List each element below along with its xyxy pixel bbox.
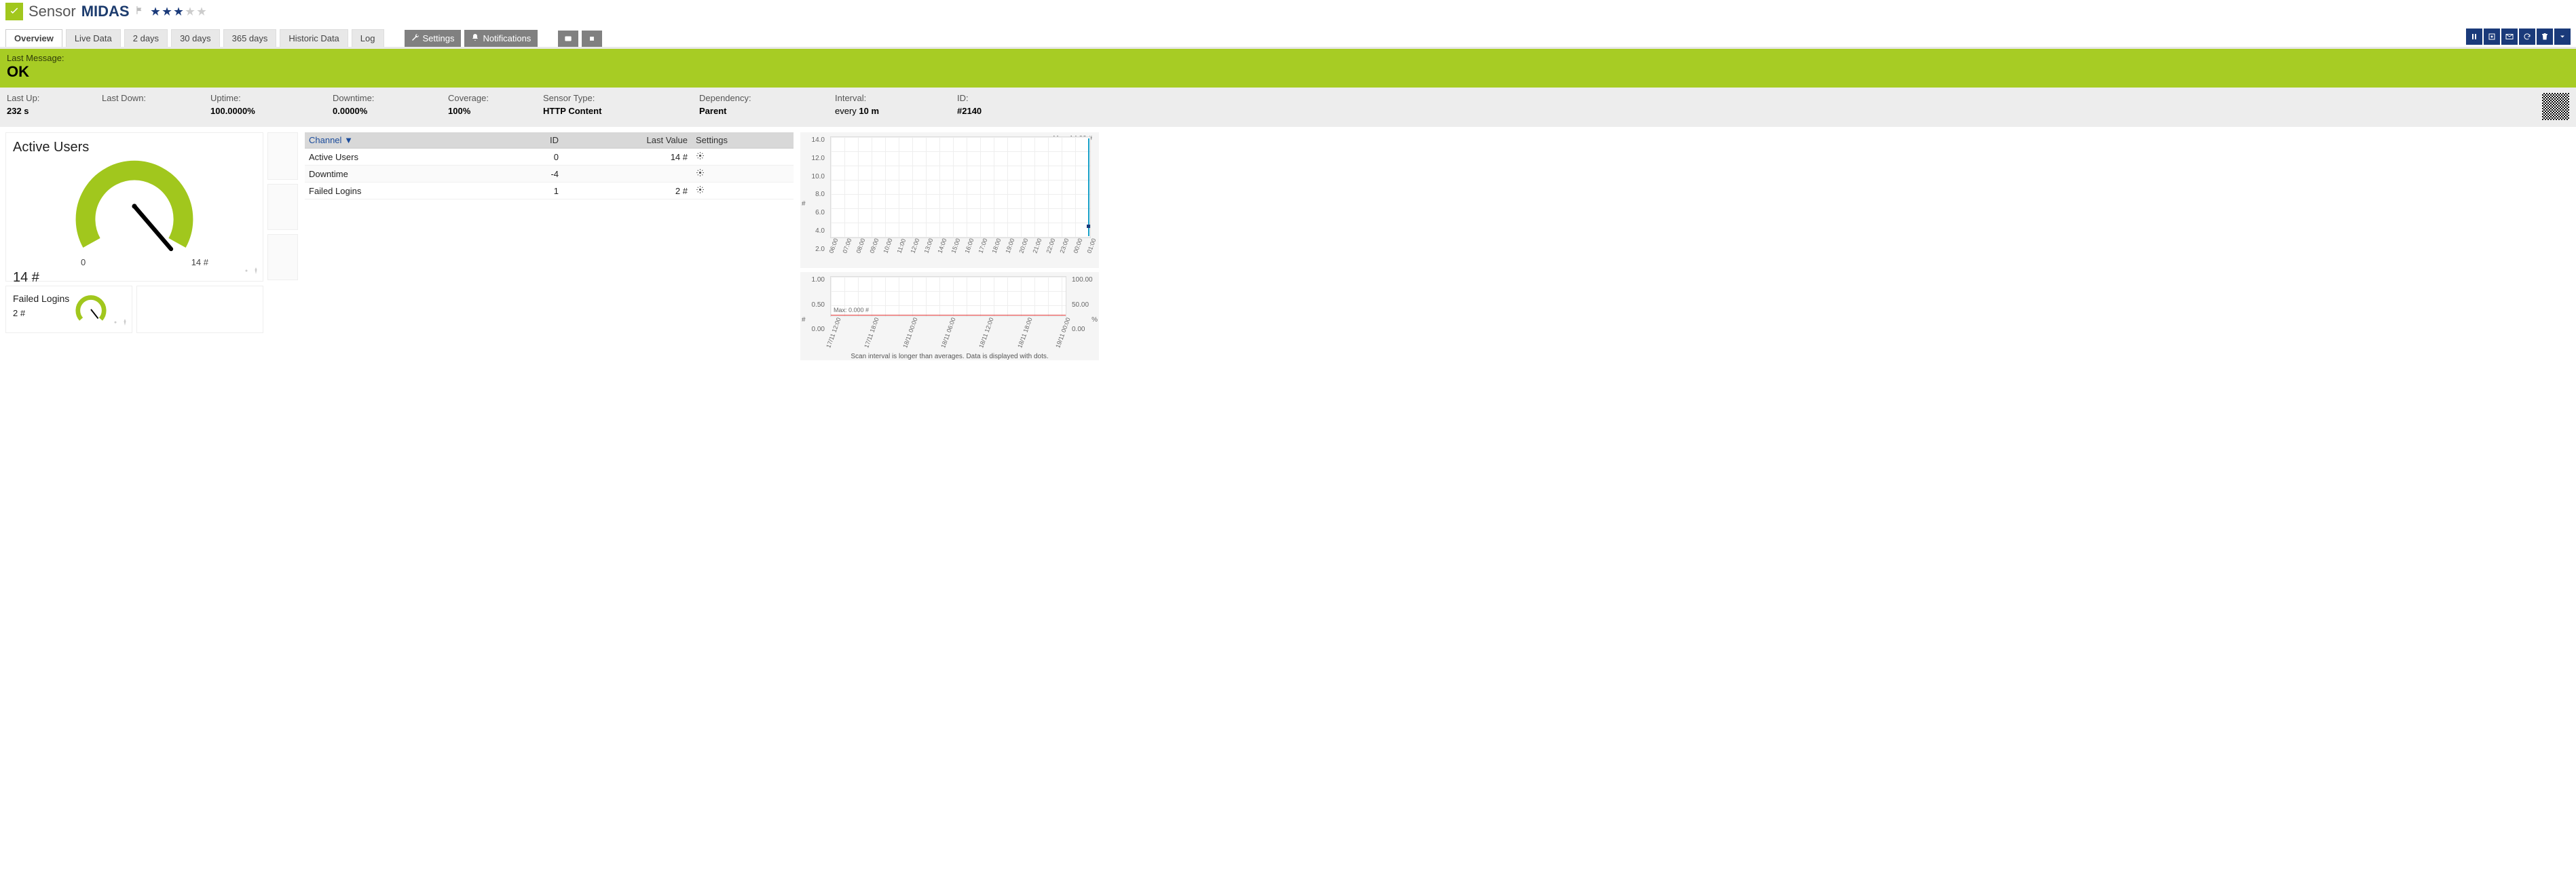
col-last-value[interactable]: Last Value [563, 132, 692, 149]
cell-channel[interactable]: Downtime [305, 166, 508, 183]
cell-id: 1 [508, 183, 563, 199]
two-days-xticks: 17/11 12:0017/11 18:0018/11 00:0018/11 0… [830, 317, 1066, 349]
wrench-icon [411, 33, 419, 43]
gauge-thumbnail-1[interactable] [267, 132, 298, 180]
refresh-button[interactable] [2519, 28, 2535, 45]
last-up-value: 232 s [7, 106, 102, 116]
last-up-label: Last Up: [7, 93, 102, 103]
delete-button[interactable] [2537, 28, 2553, 45]
gauge-gear-icon[interactable] [242, 266, 250, 278]
gauge-active-users[interactable]: Active Users 0 14 # 14 # [5, 132, 263, 282]
cell-settings[interactable] [692, 183, 794, 199]
tab-30-days[interactable]: 30 days [171, 29, 220, 47]
downtime-value: 0.0000% [333, 106, 448, 116]
tab-365-days[interactable]: 365 days [223, 29, 277, 47]
gauge-failed-logins[interactable]: Failed Logins 2 # [5, 286, 132, 333]
notifications-button[interactable]: Notifications [464, 30, 538, 47]
bell-icon [471, 33, 479, 43]
col-id[interactable]: ID [508, 132, 563, 149]
sensor-type-label2: Sensor Type: [543, 93, 699, 103]
qr-code-icon[interactable] [2542, 93, 2569, 120]
ticket-icon-button[interactable] [558, 31, 578, 47]
dependency-label: Dependency: [699, 93, 835, 103]
tab-overview[interactable]: Overview [5, 29, 62, 47]
cell-settings[interactable] [692, 149, 794, 166]
col-settings[interactable]: Settings [692, 132, 794, 149]
id-value: #2140 [957, 106, 1039, 116]
table-row: Downtime -4 [305, 166, 794, 183]
menu-dropdown-button[interactable] [2554, 28, 2571, 45]
gauge-primary-value: 14 # [13, 270, 256, 286]
table-row: Active Users 0 14 # [305, 149, 794, 166]
cell-id: -4 [508, 166, 563, 183]
gauge-primary-min: 0 [81, 257, 86, 267]
interval-label: Interval: [835, 93, 957, 103]
gauge-primary-dial [13, 155, 256, 257]
gauge-secondary-title: Failed Logins [13, 293, 69, 304]
live-graph-card[interactable]: Live Graph, 20 hours Max: 14.00 # # 14.0… [800, 132, 1099, 268]
gauge-pin-icon[interactable] [121, 318, 129, 330]
col-channel[interactable]: Channel ▼ [305, 132, 508, 149]
tile-icon-button[interactable] [582, 31, 602, 47]
priority-stars[interactable] [150, 6, 207, 17]
live-graph-plot [830, 136, 1091, 238]
settings-button[interactable]: Settings [405, 30, 462, 47]
stats-strip: Last Up: 232 s Last Down: Uptime: 100.00… [0, 88, 2576, 127]
gauge-primary-title: Active Users [13, 140, 256, 155]
cell-last-value: 2 # [563, 183, 692, 199]
pause-button[interactable] [2466, 28, 2482, 45]
dependency-value: Parent [699, 106, 835, 116]
last-down-label: Last Down: [102, 93, 210, 103]
interval-value: every 10 m [835, 106, 957, 116]
two-days-plot: Max: 0.000 # [830, 276, 1066, 317]
gauge-gear-icon[interactable] [111, 318, 119, 330]
coverage-value: 100% [448, 106, 543, 116]
two-days-inner-max: Max: 0.000 # [834, 307, 869, 313]
cell-channel[interactable]: Failed Logins [305, 183, 508, 199]
tab-historic-data[interactable]: Historic Data [280, 29, 348, 47]
two-days-y2ticks: 100.0050.000.00 [1072, 276, 1096, 333]
two-days-yticks: 1.000.500.00 [803, 276, 825, 333]
cell-id: 0 [508, 149, 563, 166]
last-message-value: OK [7, 63, 2569, 81]
sensor-type-value: HTTP Content [543, 106, 699, 116]
last-message-label: Last Message: [7, 53, 2569, 63]
gauge-secondary-value: 2 # [13, 308, 69, 318]
flag-icon[interactable] [135, 5, 145, 18]
uptime-value: 100.0000% [210, 106, 333, 116]
table-row: Failed Logins 1 2 # [305, 183, 794, 199]
tab-log[interactable]: Log [352, 29, 384, 47]
gauge-thumbnail-2[interactable] [267, 184, 298, 230]
gauge-pin-icon[interactable] [252, 266, 260, 278]
gauge-empty-slot[interactable] [136, 286, 263, 333]
gauge-thumbnail-3[interactable] [267, 234, 298, 280]
downtime-label: Downtime: [333, 93, 448, 103]
two-days-graph-card[interactable]: 2 days # % 1.000.500.00 100.0050.000.00 … [800, 272, 1099, 360]
id-label: ID: [957, 93, 1039, 103]
cell-settings[interactable] [692, 166, 794, 183]
cell-channel[interactable]: Active Users [305, 149, 508, 166]
two-days-footer: Scan interval is longer than averages. D… [804, 349, 1095, 360]
gauge-secondary-dial [75, 293, 107, 326]
coverage-label: Coverage: [448, 93, 543, 103]
cell-last-value [563, 166, 692, 183]
cell-last-value: 14 # [563, 149, 692, 166]
status-banner: Last Message: OK [0, 49, 2576, 88]
scan-now-button[interactable] [2484, 28, 2500, 45]
sort-down-icon: ▼ [344, 135, 353, 145]
live-graph-xticks: 06:0007:0008:0009:0010:0011:0012:0013:00… [830, 238, 1095, 254]
live-graph-yticks: 14.012.010.08.06.04.02.0 [803, 136, 825, 253]
status-ok-icon [5, 3, 23, 20]
tab-live-data[interactable]: Live Data [66, 29, 121, 47]
sensor-name[interactable]: MIDAS [81, 3, 130, 20]
mail-button[interactable] [2501, 28, 2518, 45]
uptime-label: Uptime: [210, 93, 333, 103]
channels-table: Channel ▼ ID Last Value Settings Active … [305, 132, 794, 199]
tab-2-days[interactable]: 2 days [124, 29, 168, 47]
sensor-type-label: Sensor [29, 3, 76, 20]
gauge-primary-max: 14 # [191, 257, 208, 267]
